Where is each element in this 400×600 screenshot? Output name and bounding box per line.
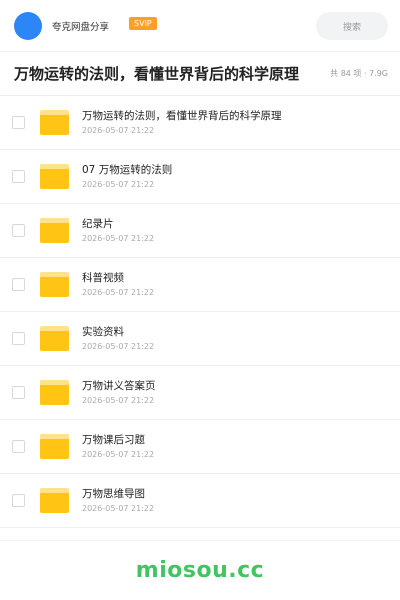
file-text: 科普视频 2026-05-07 21:22 (82, 271, 154, 298)
file-text: 万物运转的法则，看懂世界背后的科学原理 2026-05-07 21:22 (82, 109, 282, 136)
checkbox[interactable] (12, 494, 25, 507)
checkbox[interactable] (12, 116, 25, 129)
folder-icon (40, 326, 69, 351)
file-row[interactable]: 科普视频 2026-05-07 21:22 (0, 258, 400, 312)
file-row[interactable]: 万物讲义答案页 2026-05-07 21:22 (0, 366, 400, 420)
file-date: 2026-05-07 21:22 (82, 234, 155, 243)
file-list: 万物运转的法则，看懂世界背后的科学原理 2026-05-07 21:22 07 … (0, 96, 400, 528)
file-name[interactable]: 万物思维导图 (82, 487, 154, 501)
folder-icon (40, 218, 69, 243)
folder-icon (40, 110, 69, 135)
file-row[interactable]: 07 万物运转的法则 2026-05-07 21:22 (0, 150, 400, 204)
file-text: 万物讲义答案页 2026-05-07 21:22 (82, 379, 156, 406)
folder-icon (40, 272, 69, 297)
file-name[interactable]: 万物讲义答案页 (82, 379, 156, 393)
header: 夸克网盘分享 SVIP 搜索 (0, 0, 400, 52)
file-date: 2026-05-07 21:22 (82, 342, 155, 351)
folder-icon (40, 434, 69, 459)
folder-icon (40, 488, 69, 513)
file-date: 2026-05-07 21:22 (82, 396, 155, 405)
file-row[interactable]: 实验资料 2026-05-07 21:22 (0, 312, 400, 366)
title-row: 万物运转的法则，看懂世界背后的科学原理 共 84 项 · 7.9G (0, 52, 400, 96)
checkbox[interactable] (12, 386, 25, 399)
checkbox[interactable] (12, 224, 25, 237)
checkbox[interactable] (12, 332, 25, 345)
file-name[interactable]: 万物运转的法则，看懂世界背后的科学原理 (82, 109, 282, 123)
file-text: 07 万物运转的法则 2026-05-07 21:22 (82, 163, 172, 190)
file-date: 2026-05-07 21:22 (82, 288, 155, 297)
file-name[interactable]: 实验资料 (82, 325, 154, 339)
page-title: 万物运转的法则，看懂世界背后的科学原理 (14, 65, 300, 83)
file-date: 2026-05-07 21:22 (82, 504, 155, 513)
search-button[interactable]: 搜索 (316, 12, 388, 40)
file-date: 2026-05-07 21:22 (82, 126, 155, 135)
file-text: 实验资料 2026-05-07 21:22 (82, 325, 154, 352)
svip-badge: SVIP (129, 17, 157, 30)
file-name[interactable]: 万物课后习题 (82, 433, 154, 447)
file-name[interactable]: 07 万物运转的法则 (82, 163, 172, 177)
file-name[interactable]: 科普视频 (82, 271, 154, 285)
file-name[interactable]: 纪录片 (82, 217, 154, 231)
watermark: miosou.cc (135, 558, 265, 583)
file-text: 万物思维导图 2026-05-07 21:22 (82, 487, 154, 514)
checkbox[interactable] (12, 170, 25, 183)
checkbox[interactable] (12, 278, 25, 291)
watermark-area: miosou.cc (0, 540, 400, 600)
file-row[interactable]: 万物课后习题 2026-05-07 21:22 (0, 420, 400, 474)
file-row[interactable]: 万物思维导图 2026-05-07 21:22 (0, 474, 400, 528)
file-count-size: 共 84 项 · 7.9G (330, 69, 388, 78)
file-row[interactable]: 纪录片 2026-05-07 21:22 (0, 204, 400, 258)
file-text: 纪录片 2026-05-07 21:22 (82, 217, 154, 244)
file-date: 2026-05-07 21:22 (82, 180, 155, 189)
file-text: 万物课后习题 2026-05-07 21:22 (82, 433, 154, 460)
file-row[interactable]: 万物运转的法则，看懂世界背后的科学原理 2026-05-07 21:22 (0, 96, 400, 150)
avatar[interactable] (14, 11, 42, 40)
checkbox[interactable] (12, 440, 25, 453)
folder-icon (40, 164, 69, 189)
folder-icon (40, 380, 69, 405)
user-name: 夸克网盘分享 (52, 21, 110, 33)
file-date: 2026-05-07 21:22 (82, 450, 155, 459)
